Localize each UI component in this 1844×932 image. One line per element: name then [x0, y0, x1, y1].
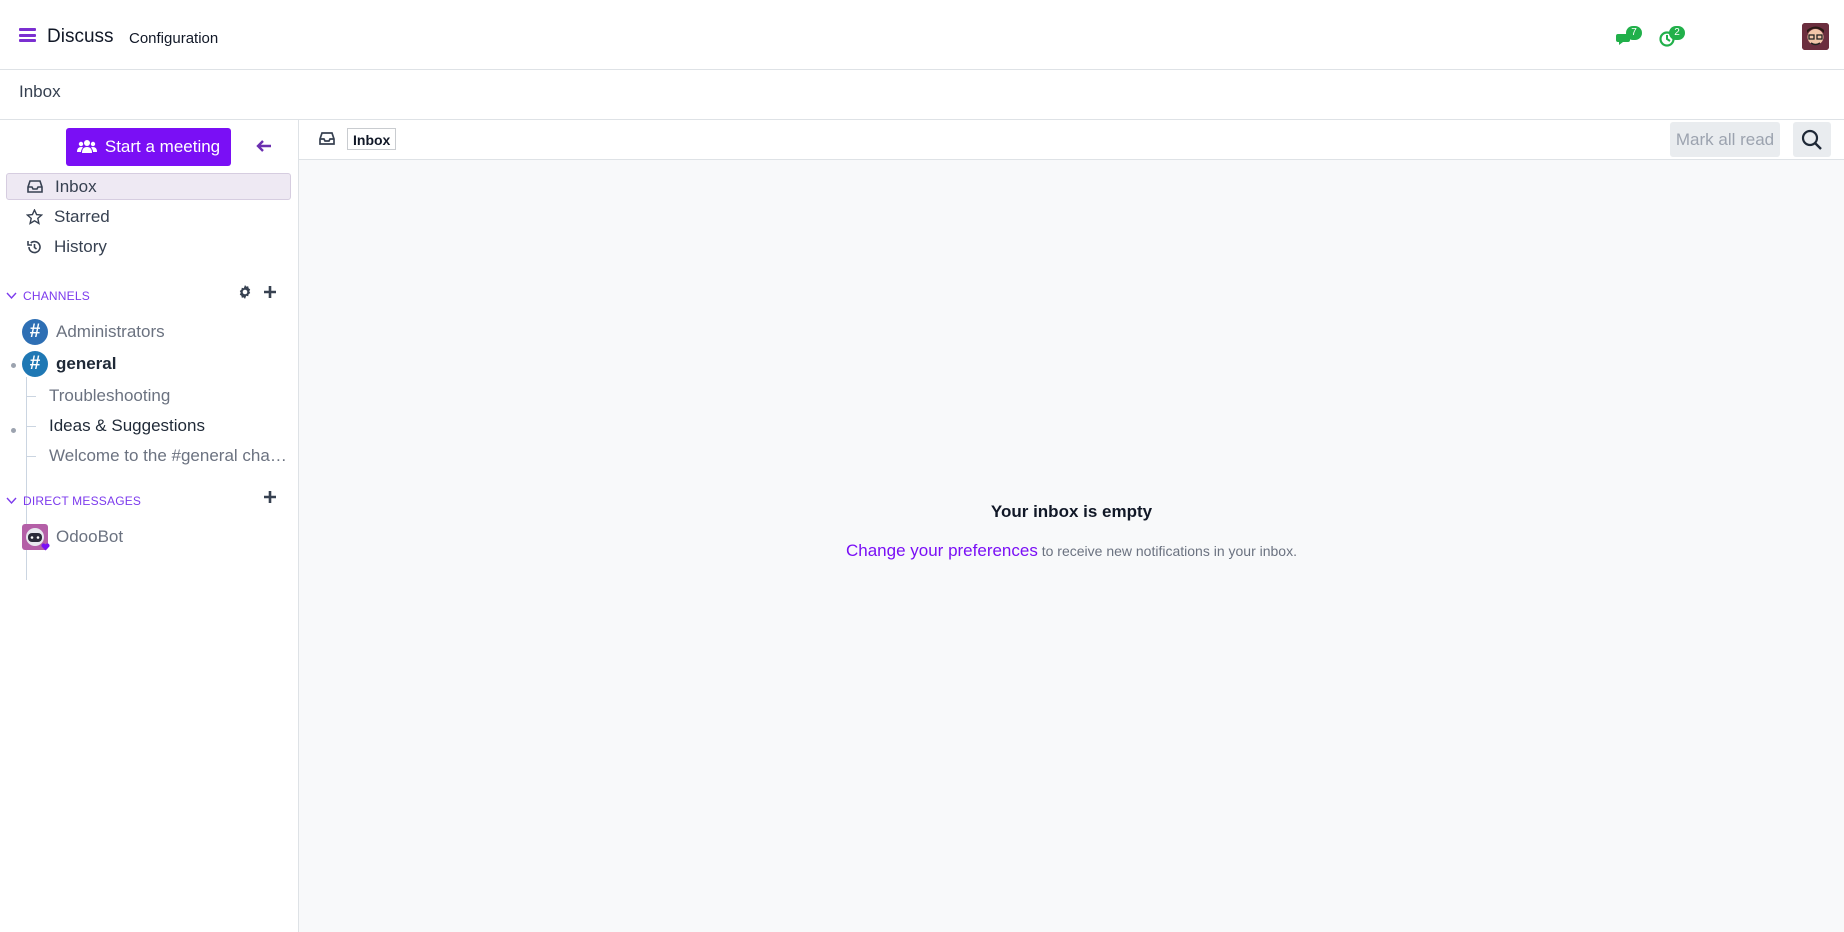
- configuration-menu[interactable]: Configuration: [129, 30, 218, 47]
- arrow-left-icon: [256, 140, 271, 152]
- thread-tree-branch: [26, 426, 36, 427]
- channel-settings-button[interactable]: [237, 284, 253, 300]
- sub-channel-welcome[interactable]: Welcome to the #general cha…: [49, 446, 291, 466]
- thread-header: Inbox Mark all read: [299, 120, 1844, 160]
- sidebar-item-label: History: [54, 236, 107, 256]
- hash-icon: #: [22, 351, 48, 377]
- channels-header: CHANNELS: [23, 289, 90, 303]
- breadcrumb: Inbox: [19, 82, 61, 101]
- messaging-badge: 7: [1626, 26, 1642, 40]
- chevron-down-icon: [6, 292, 17, 300]
- plus-icon: [264, 491, 276, 503]
- mark-all-read-button[interactable]: Mark all read: [1670, 122, 1780, 157]
- empty-state-title: Your inbox is empty: [990, 502, 1153, 521]
- unread-dot: [11, 428, 16, 433]
- app-menu-icon[interactable]: [19, 28, 36, 42]
- activity-menu[interactable]: 2: [1659, 26, 1685, 48]
- add-channel-button[interactable]: [262, 284, 278, 300]
- change-preferences-link[interactable]: Change your preferences: [846, 541, 1038, 560]
- sidebar-item-history[interactable]: History: [6, 233, 291, 260]
- chevron-down-icon: [6, 497, 17, 505]
- inbox-icon: [25, 178, 45, 196]
- dm-name: OdooBot: [56, 527, 124, 546]
- inbox-icon: [319, 132, 337, 148]
- channel-administrators[interactable]: # Administrators: [0, 317, 298, 347]
- empty-state-suffix: to receive new notifications in your inb…: [1037, 543, 1297, 559]
- sidebar-item-label: Inbox: [55, 176, 97, 196]
- app-name[interactable]: Discuss: [47, 26, 114, 48]
- search-icon: [1801, 129, 1822, 150]
- channel-name: general: [56, 354, 117, 373]
- discuss-sidebar: Start a meeting Inbox Starred History CH…: [0, 120, 299, 932]
- thread-title: Inbox: [347, 128, 397, 150]
- sidebar-item-starred[interactable]: Starred: [6, 203, 291, 230]
- start-meeting-button[interactable]: Start a meeting: [66, 128, 231, 166]
- hash-icon: #: [22, 319, 48, 345]
- channel-general[interactable]: # general: [0, 349, 298, 379]
- direct-messages-header: DIRECT MESSAGES: [23, 494, 142, 508]
- activity-badge: 2: [1669, 26, 1685, 40]
- start-meeting-label: Start a meeting: [104, 137, 221, 156]
- top-navbar: Discuss Configuration 7 2: [0, 0, 1844, 70]
- collapse-sidebar-button[interactable]: [255, 138, 275, 156]
- channels-category-toggle[interactable]: CHANNELS: [6, 289, 90, 303]
- plus-icon: [264, 286, 276, 298]
- sub-channel-troubleshooting[interactable]: Troubleshooting: [49, 386, 291, 406]
- sub-channel-ideas[interactable]: Ideas & Suggestions: [49, 416, 291, 436]
- user-avatar[interactable]: [1802, 23, 1829, 50]
- direct-messages-category-toggle[interactable]: DIRECT MESSAGES: [6, 494, 141, 508]
- channel-name: Administrators: [56, 322, 165, 341]
- heart-icon: [41, 543, 50, 551]
- empty-state-message: Change your preferences to receive new n…: [299, 541, 1844, 561]
- thread-tree-branch: [26, 456, 36, 457]
- dm-odoobot[interactable]: OdooBot: [0, 522, 298, 552]
- control-panel: Inbox: [0, 70, 1844, 120]
- users-icon: [76, 140, 97, 153]
- sidebar-item-label: Starred: [54, 206, 110, 226]
- thread-tree-branch: [26, 396, 36, 397]
- start-conversation-button[interactable]: [262, 489, 278, 505]
- star-icon: [24, 208, 44, 226]
- odoobot-avatar: [22, 524, 50, 551]
- messaging-menu[interactable]: 7: [1616, 26, 1642, 48]
- history-icon: [24, 238, 44, 256]
- search-button[interactable]: [1793, 122, 1831, 157]
- thread-view: Inbox Mark all read Your inbox is empty …: [299, 120, 1844, 932]
- sidebar-item-inbox[interactable]: Inbox: [6, 173, 291, 200]
- gear-icon: [239, 285, 251, 299]
